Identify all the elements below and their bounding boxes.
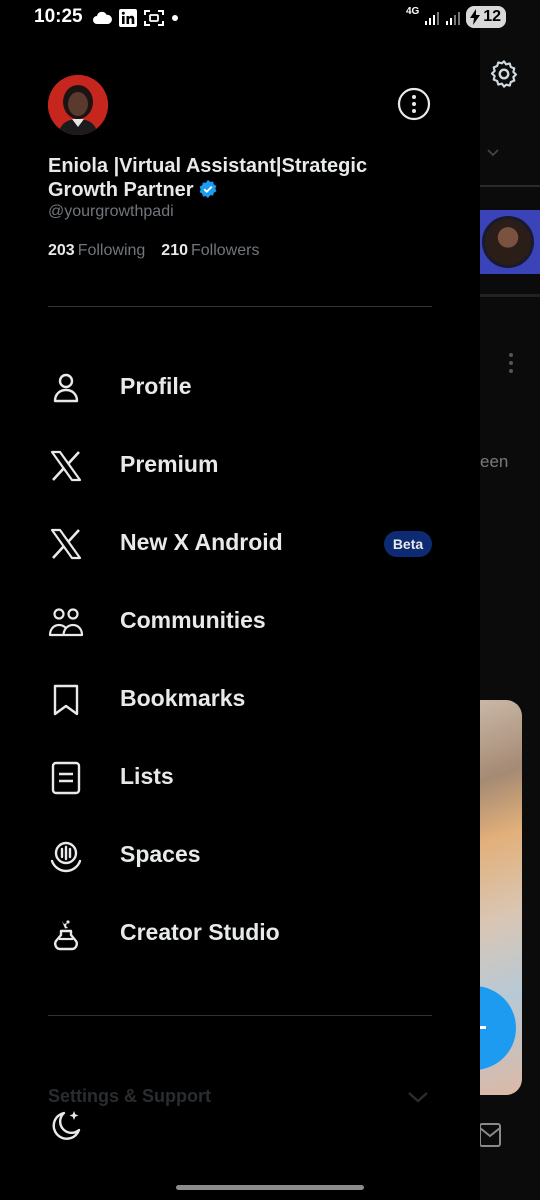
home-indicator[interactable]	[176, 1185, 364, 1190]
profile-handle[interactable]: @yourgrowthpadi	[48, 203, 174, 221]
profile-name[interactable]: Eniola |Virtual Assistant|Strategic Grow…	[48, 154, 428, 202]
menu-item-lists[interactable]: Lists	[0, 747, 480, 807]
followers-link[interactable]: 210 Followers	[161, 242, 259, 260]
followers-label: Followers	[191, 242, 260, 259]
following-label: Following	[77, 242, 146, 259]
flask-icon	[54, 920, 78, 951]
menu-item-spaces[interactable]: Spaces	[0, 825, 480, 885]
linkedin-icon	[119, 9, 137, 27]
bookmark-icon	[53, 684, 79, 716]
divider	[48, 306, 432, 307]
x-logo-icon	[50, 450, 82, 482]
background-divider	[480, 294, 540, 297]
x-logo-icon	[50, 528, 82, 560]
charging-bolt-icon	[470, 9, 480, 25]
screenshot-icon	[144, 10, 164, 26]
moon-sparkle-icon[interactable]	[48, 1108, 84, 1142]
avatar[interactable]	[48, 75, 108, 135]
beta-badge: Beta	[384, 531, 432, 557]
menu-label: New X Android	[120, 529, 283, 555]
spaces-icon	[50, 841, 82, 873]
dot-icon	[172, 15, 178, 21]
background-divider	[480, 185, 540, 187]
menu-item-creator-studio[interactable]: Creator Studio	[0, 903, 480, 963]
signal-icon	[425, 12, 439, 25]
menu-item-premium[interactable]: Premium	[0, 435, 480, 495]
menu-item-new-x-android[interactable]: New X Android Beta	[0, 513, 480, 573]
following-link[interactable]: 203 Following	[48, 242, 145, 260]
menu-item-communities[interactable]: Communities	[0, 591, 480, 651]
followers-count: 210	[161, 242, 188, 259]
menu-label: Bookmarks	[120, 685, 246, 711]
menu-item-bookmarks[interactable]: Bookmarks	[0, 669, 480, 729]
menu-item-profile[interactable]: Profile	[0, 357, 480, 417]
status-notification-icons	[92, 8, 179, 28]
background-avatar[interactable]	[482, 216, 534, 268]
lists-icon	[51, 761, 81, 795]
person-icon	[53, 373, 79, 403]
more-vertical-icon[interactable]	[508, 352, 514, 374]
background-partial-text: een	[480, 452, 509, 471]
verified-badge-icon	[199, 179, 216, 199]
chevron-down-icon	[487, 149, 499, 157]
menu-label: Premium	[120, 451, 219, 477]
settings-support-label: Settings & Support	[48, 1086, 211, 1106]
divider	[48, 1015, 432, 1016]
menu-label: Spaces	[120, 841, 201, 867]
status-time: 10:25	[34, 6, 83, 27]
chevron-down-icon	[408, 1092, 428, 1103]
menu-label: Creator Studio	[120, 919, 280, 945]
communities-icon	[48, 608, 84, 637]
menu-label: Lists	[120, 763, 174, 789]
signal-icon	[446, 12, 460, 25]
following-count: 203	[48, 242, 75, 259]
status-bar: 10:25 4G 12	[0, 0, 540, 36]
follow-stats: 203 Following 210 Followers	[48, 242, 259, 260]
settings-support-section[interactable]: Settings & Support	[48, 1084, 432, 1112]
mail-icon[interactable]	[476, 1120, 504, 1150]
menu-label: Profile	[120, 373, 192, 399]
gear-icon[interactable]	[488, 58, 520, 90]
network-type: 4G	[406, 6, 420, 17]
cloud-icon	[93, 11, 112, 24]
more-options-icon[interactable]	[396, 86, 432, 122]
menu-label: Communities	[120, 607, 266, 633]
